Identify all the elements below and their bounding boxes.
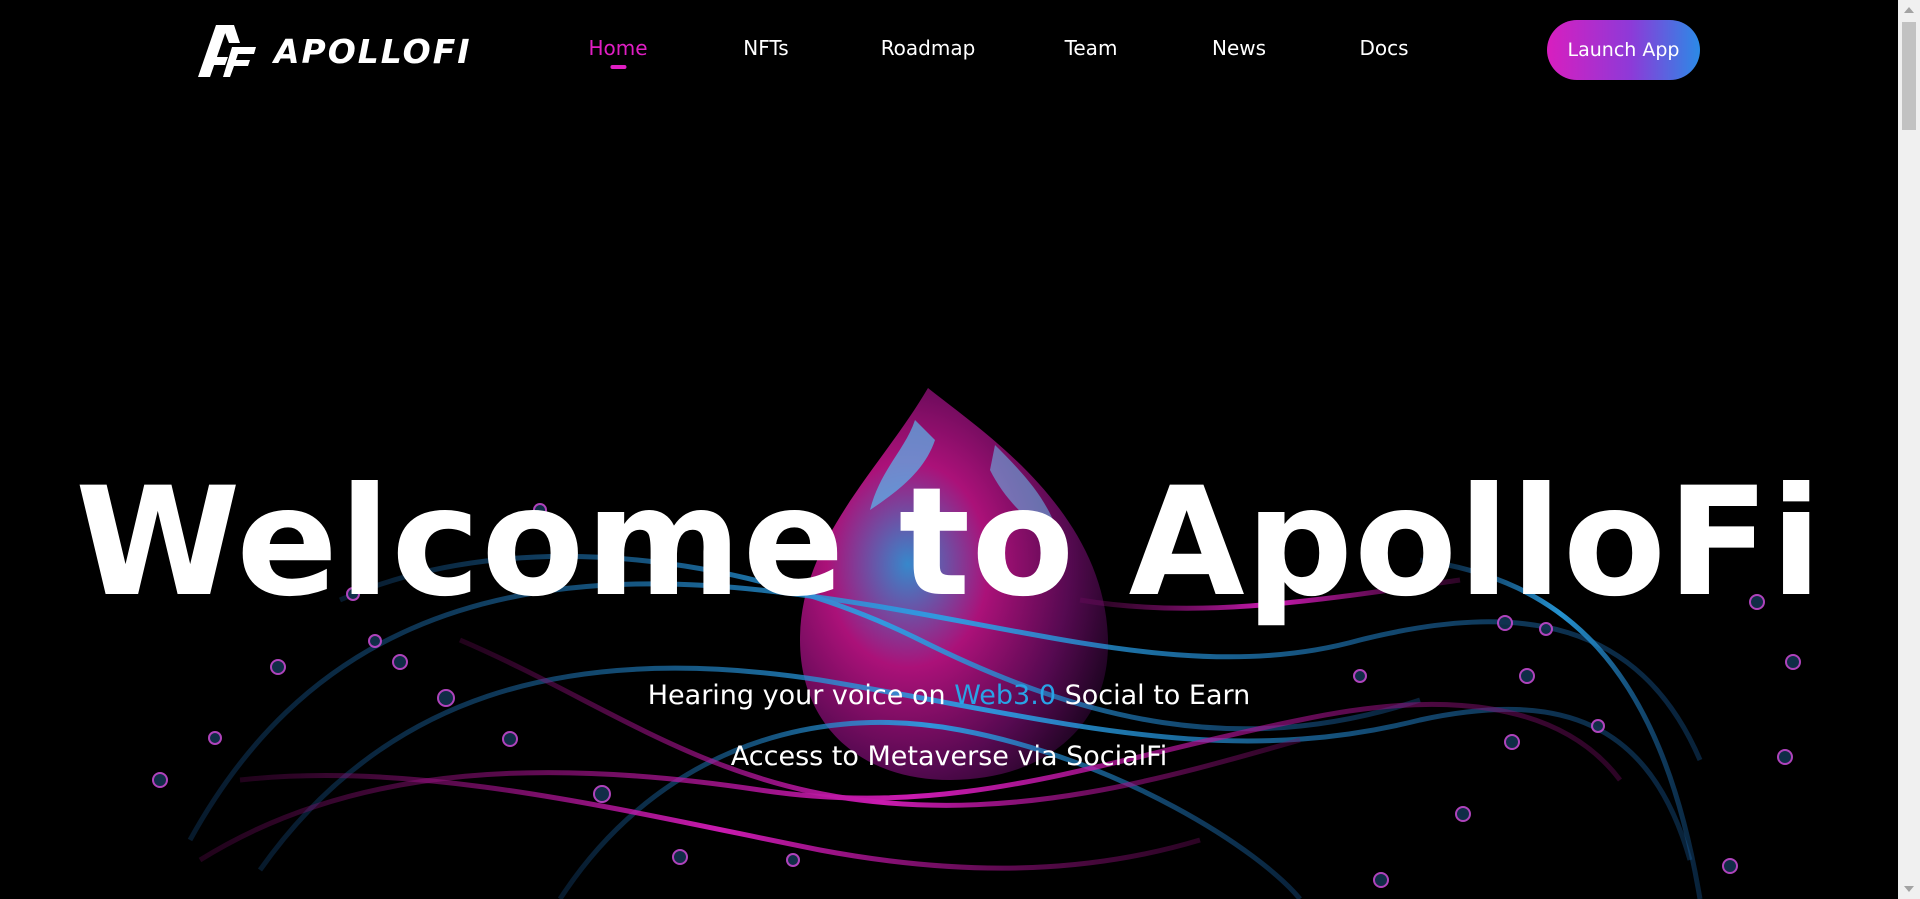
nav-item-home[interactable]: Home [588,36,648,69]
hero-tagline-end: Social to Earn [1056,680,1251,711]
nav-item-label: Docs [1359,36,1409,60]
nav-item-label: NFTs [743,36,789,60]
nav-item-label: Home [588,36,648,60]
hero-subtitle: Access to Metaverse via SocialFi [730,741,1168,772]
nav-item-team[interactable]: Team [1065,36,1118,60]
hero-tagline-accent: Web3.0 [954,680,1056,711]
nav-item-news[interactable]: News [1212,36,1266,60]
hero-tagline: Hearing your voice on Web3.0 Social to E… [0,680,1898,711]
scroll-up-arrow-icon[interactable] [1904,7,1914,13]
active-nav-indicator [610,65,626,69]
scroll-thumb[interactable] [1902,22,1916,130]
scroll-down-arrow-icon[interactable] [1904,886,1914,892]
nav-item-label: Team [1064,36,1118,60]
site-header: APOLLOFI Home NFTs Roadmap Team News Doc… [0,0,1898,104]
nav-item-label: Roadmap [880,36,976,60]
page: APOLLOFI Home NFTs Roadmap Team News Doc… [0,0,1920,899]
nav-item-nfts[interactable]: NFTs [743,36,788,60]
hero-tagline-start: Hearing your voice on [647,680,955,711]
nav-item-docs[interactable]: Docs [1359,36,1408,60]
hero-title: Welcome to ApolloFi [75,456,1823,630]
launch-app-button[interactable]: Launch App [1547,20,1700,80]
page-scrollbar[interactable] [1898,0,1920,899]
nav-item-label: News [1211,36,1267,60]
nav-item-roadmap[interactable]: Roadmap [881,36,976,60]
